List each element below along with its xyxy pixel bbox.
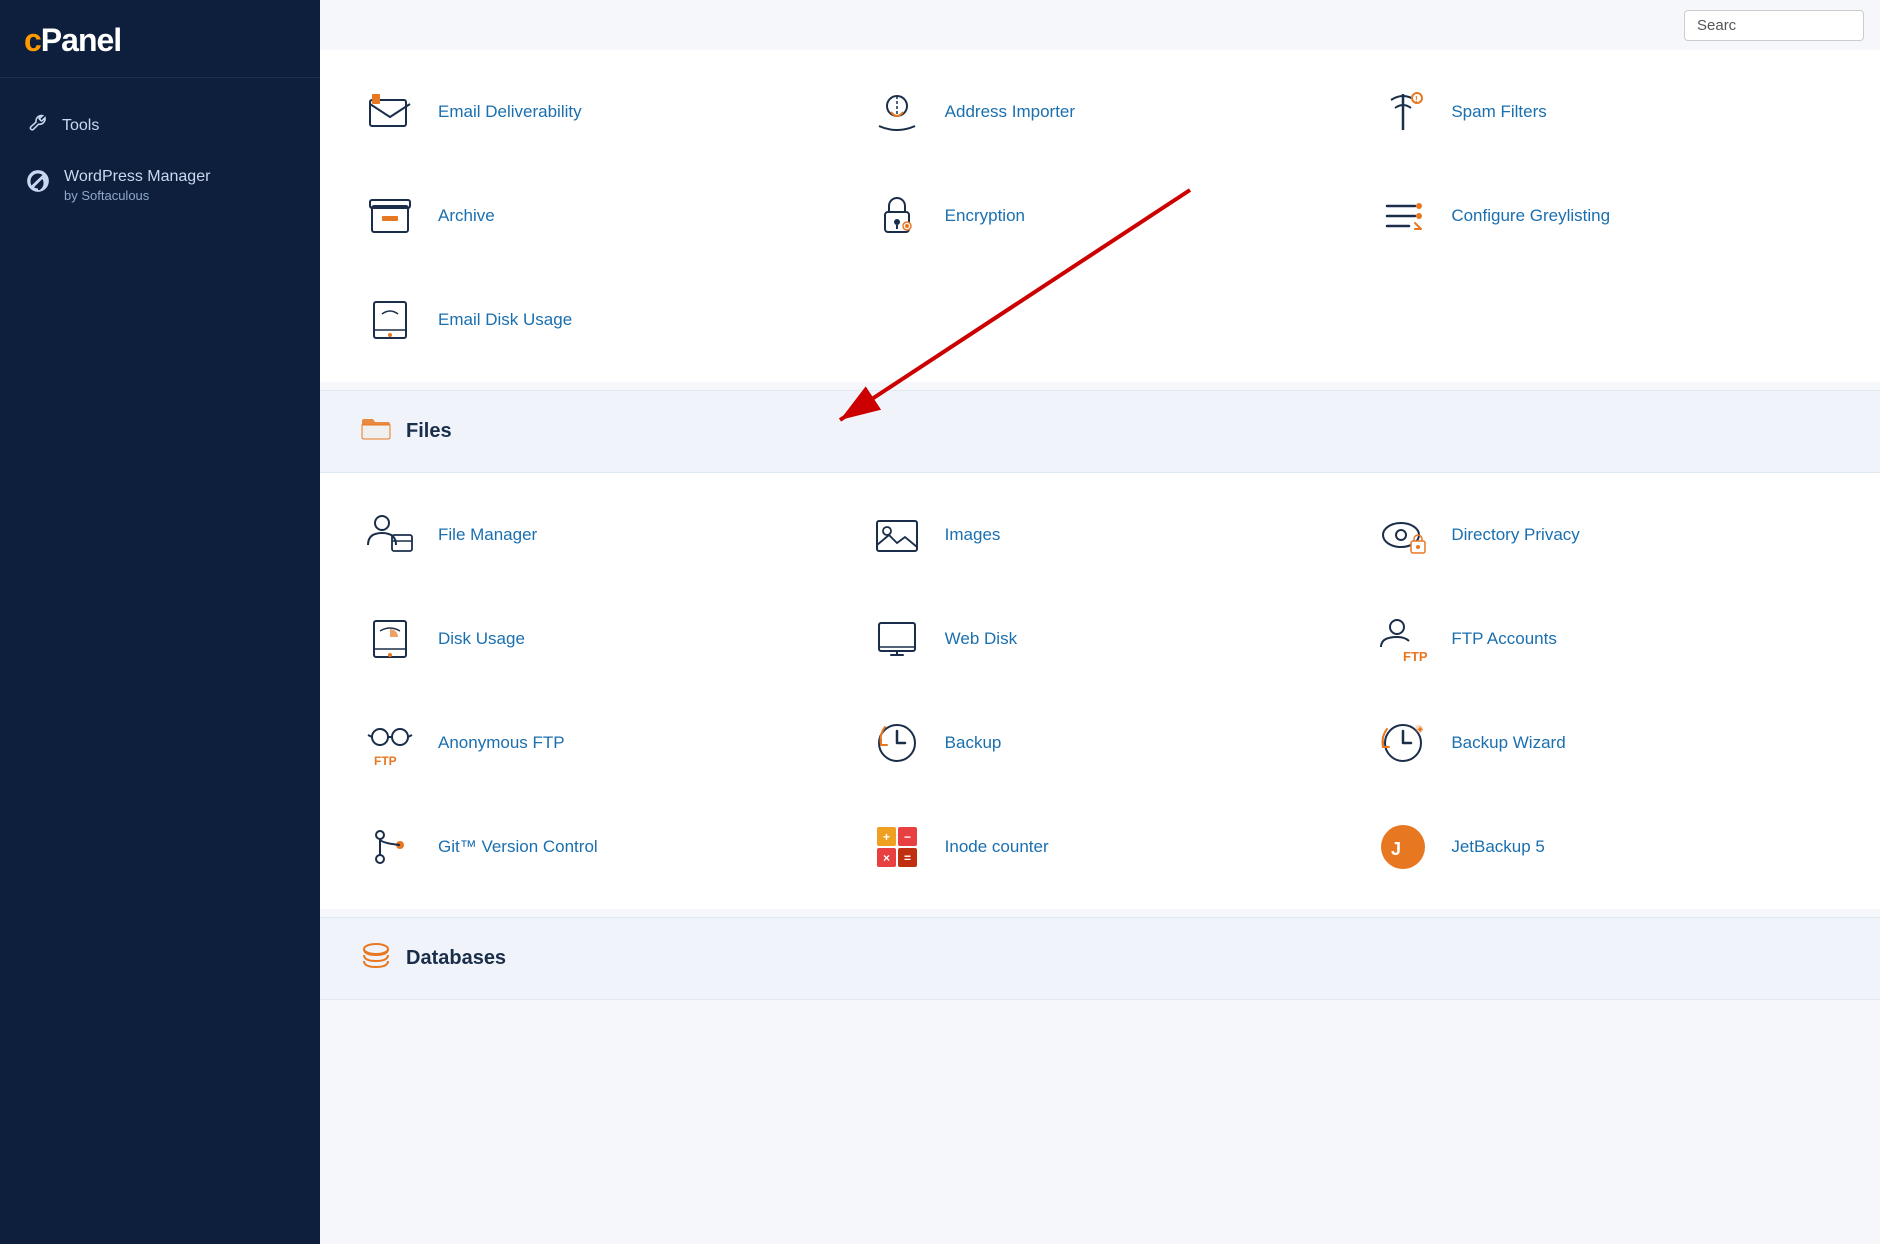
- svg-text:×: ×: [883, 851, 890, 865]
- disk-usage-item[interactable]: Disk Usage: [340, 587, 847, 691]
- databases-section-title: Databases: [406, 947, 506, 970]
- folder-icon: [360, 413, 392, 450]
- files-section: Files File Manager: [320, 390, 1880, 909]
- git-version-control-item[interactable]: Git™ Version Control: [340, 795, 847, 899]
- file-manager-label: File Manager: [438, 525, 537, 545]
- sidebar-item-tools[interactable]: Tools: [0, 98, 320, 153]
- git-version-control-label: Git™ Version Control: [438, 837, 598, 857]
- jetbackup-5-item[interactable]: J JetBackup 5: [1353, 795, 1860, 899]
- databases-section-header: Databases: [320, 917, 1880, 1000]
- spam-filters-icon: !: [1373, 82, 1433, 142]
- spam-filters-item[interactable]: ! Spam Filters: [1353, 60, 1860, 164]
- address-importer-item[interactable]: Address Importer: [847, 60, 1354, 164]
- ftp-accounts-icon: FTP: [1373, 609, 1433, 669]
- email-disk-usage-item[interactable]: Email Disk Usage: [340, 268, 847, 372]
- configure-greylisting-label: Configure Greylisting: [1451, 206, 1610, 226]
- web-disk-item[interactable]: Web Disk: [847, 587, 1354, 691]
- svg-text:✦: ✦: [1416, 725, 1424, 736]
- backup-wizard-icon: ✦: [1373, 713, 1433, 773]
- svg-text:FTP: FTP: [374, 754, 397, 768]
- svg-text:J: J: [1391, 839, 1401, 859]
- svg-text:−: −: [904, 830, 911, 844]
- wordpress-icon: [26, 169, 50, 200]
- configure-greylisting-item[interactable]: Configure Greylisting: [1353, 164, 1860, 268]
- email-disk-usage-icon: [360, 290, 420, 350]
- content-area: Email Deliverability Address Importer: [320, 0, 1880, 1000]
- wordpress-manager-sublabel: by Softaculous: [64, 188, 210, 205]
- archive-label: Archive: [438, 206, 495, 226]
- address-importer-label: Address Importer: [945, 102, 1075, 122]
- top-bar: [1668, 0, 1880, 51]
- configure-greylisting-icon: [1373, 186, 1433, 246]
- inode-counter-item[interactable]: + − × = Inode counter: [847, 795, 1354, 899]
- backup-wizard-item[interactable]: ✦ Backup Wizard: [1353, 691, 1860, 795]
- inode-counter-label: Inode counter: [945, 837, 1049, 857]
- jetbackup-icon: J: [1373, 817, 1433, 877]
- directory-privacy-item[interactable]: Directory Privacy: [1353, 483, 1860, 587]
- anonymous-ftp-item[interactable]: FTP Anonymous FTP: [340, 691, 847, 795]
- address-importer-icon: [867, 82, 927, 142]
- svg-text:FTP: FTP: [1403, 649, 1428, 664]
- sidebar: cPanel Tools WordPress Manager by Softac…: [0, 0, 320, 1244]
- svg-text:!: !: [1415, 95, 1418, 104]
- anonymous-ftp-label: Anonymous FTP: [438, 733, 565, 753]
- images-icon: [867, 505, 927, 565]
- archive-item[interactable]: Archive: [340, 164, 847, 268]
- file-manager-item[interactable]: File Manager: [340, 483, 847, 587]
- file-manager-icon: [360, 505, 420, 565]
- ftp-accounts-item[interactable]: FTP FTP Accounts: [1353, 587, 1860, 691]
- main-content: Email Deliverability Address Importer: [320, 0, 1880, 1244]
- disk-usage-label: Disk Usage: [438, 629, 525, 649]
- svg-text:=: =: [904, 851, 911, 865]
- spam-filters-label: Spam Filters: [1451, 102, 1546, 122]
- backup-wizard-label: Backup Wizard: [1451, 733, 1565, 753]
- images-label: Images: [945, 525, 1001, 545]
- files-section-title: Files: [406, 420, 452, 443]
- inode-counter-icon: + − × =: [867, 817, 927, 877]
- sidebar-nav: Tools WordPress Manager by Softaculous: [0, 78, 320, 239]
- email-disk-usage-label: Email Disk Usage: [438, 310, 572, 330]
- jetbackup-5-label: JetBackup 5: [1451, 837, 1545, 857]
- email-section-partial: Email Deliverability Address Importer: [320, 50, 1880, 382]
- email-items-grid: Email Deliverability Address Importer: [320, 50, 1880, 382]
- encryption-label: Encryption: [945, 206, 1025, 226]
- backup-label: Backup: [945, 733, 1002, 753]
- files-section-header: Files: [320, 390, 1880, 473]
- anonymous-ftp-icon: FTP: [360, 713, 420, 773]
- wordpress-manager-label: WordPress Manager: [64, 167, 210, 188]
- directory-privacy-icon: [1373, 505, 1433, 565]
- cpanel-logo-text: cPanel: [24, 22, 296, 59]
- web-disk-icon: [867, 609, 927, 669]
- tools-icon: [26, 112, 48, 139]
- databases-icon: [360, 940, 392, 977]
- encryption-icon: [867, 186, 927, 246]
- images-item[interactable]: Images: [847, 483, 1354, 587]
- email-deliverability-label: Email Deliverability: [438, 102, 582, 122]
- directory-privacy-label: Directory Privacy: [1451, 525, 1579, 545]
- git-icon: [360, 817, 420, 877]
- archive-icon: [360, 186, 420, 246]
- files-items-grid: File Manager Images: [320, 473, 1880, 909]
- backup-icon: [867, 713, 927, 773]
- ftp-accounts-label: FTP Accounts: [1451, 629, 1557, 649]
- encryption-item[interactable]: Encryption: [847, 164, 1354, 268]
- sidebar-logo: cPanel: [0, 0, 320, 78]
- sidebar-item-wordpress-manager[interactable]: WordPress Manager by Softaculous: [0, 153, 320, 219]
- sidebar-item-tools-label: Tools: [62, 117, 99, 135]
- backup-item[interactable]: Backup: [847, 691, 1354, 795]
- email-deliverability-item[interactable]: Email Deliverability: [340, 60, 847, 164]
- search-input[interactable]: [1684, 10, 1864, 41]
- email-deliverability-icon: [360, 82, 420, 142]
- databases-section: Databases: [320, 917, 1880, 1000]
- disk-usage-icon: [360, 609, 420, 669]
- web-disk-label: Web Disk: [945, 629, 1017, 649]
- svg-text:+: +: [883, 830, 890, 844]
